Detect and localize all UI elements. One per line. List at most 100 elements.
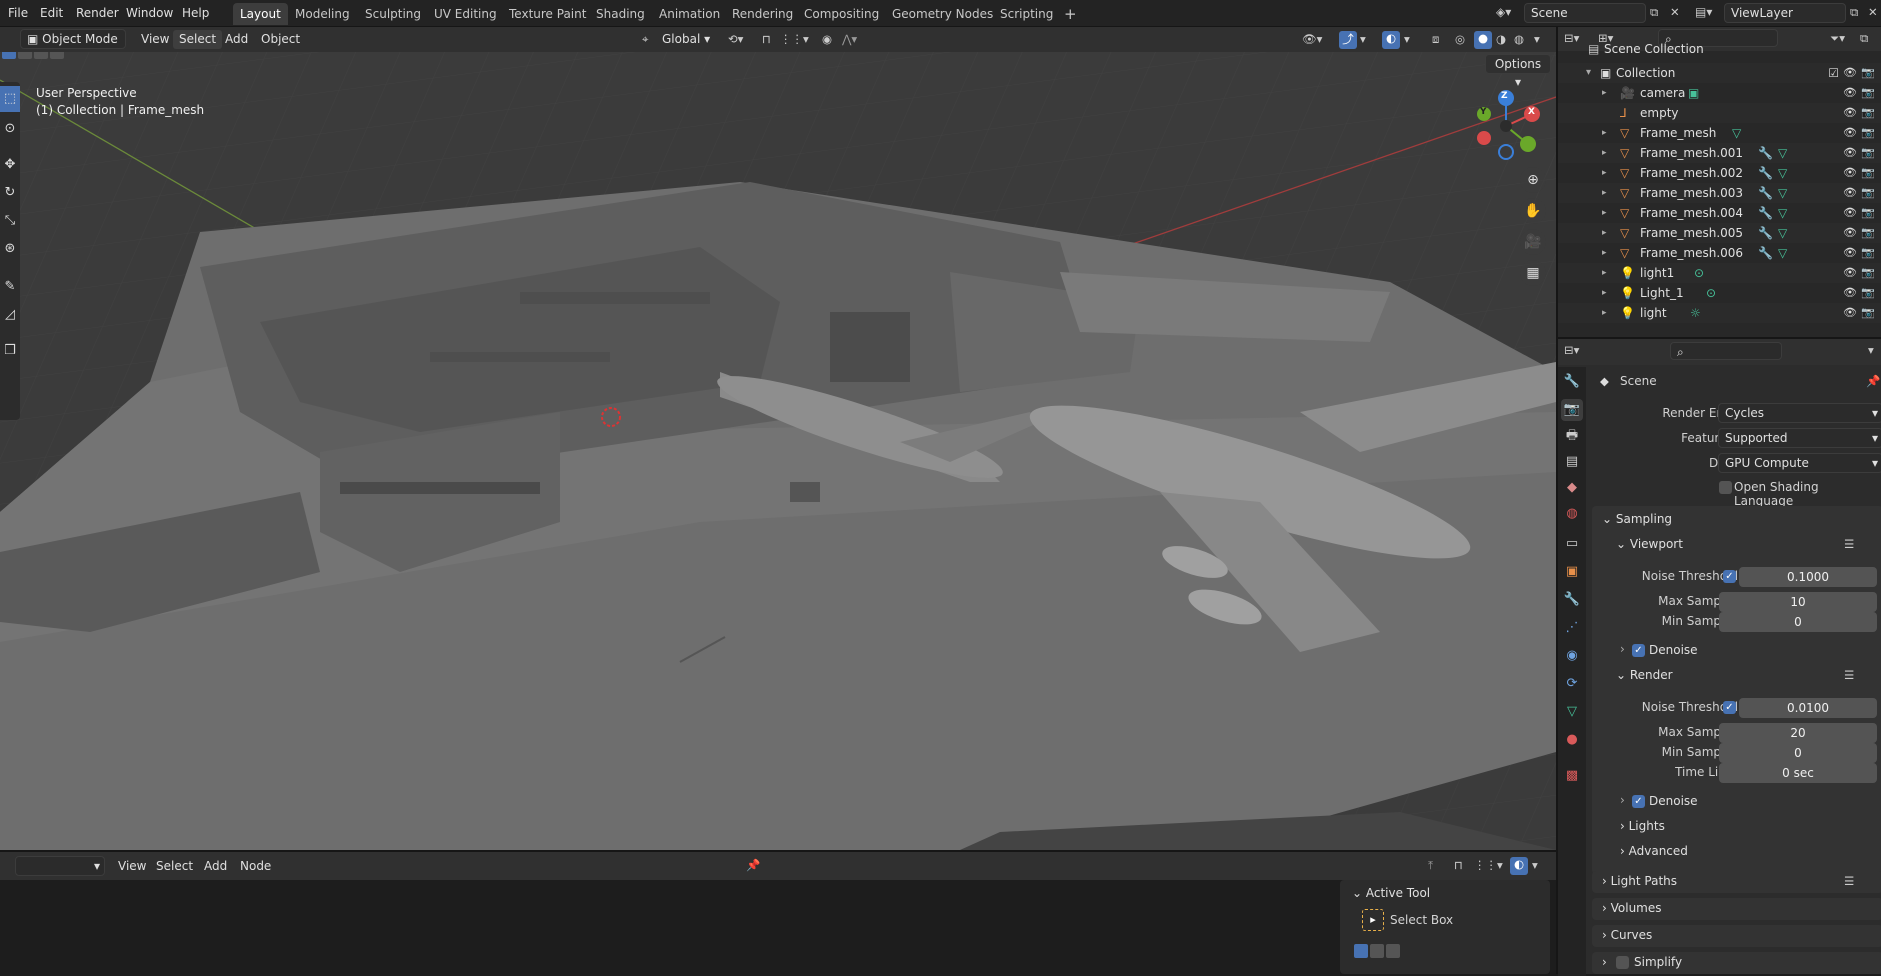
measure-tool-icon[interactable]: ◿ (0, 302, 20, 328)
scale-tool-icon[interactable]: ⤡ (0, 208, 20, 234)
options-dropdown[interactable]: Options ▾ (1485, 54, 1551, 89)
render-camera-icon[interactable]: 📷 (1861, 263, 1875, 283)
time-limit-field[interactable]: 0 sec (1719, 763, 1877, 783)
render-camera-icon[interactable]: 📷 (1861, 303, 1875, 323)
r-noise-threshold-checkbox[interactable]: ✓ (1723, 701, 1736, 714)
object-tab-icon[interactable]: ▣ (1561, 561, 1583, 583)
vp-denoise-checkbox[interactable]: ✓ (1632, 644, 1645, 657)
expand-icon[interactable]: ▸ (1602, 243, 1607, 263)
visibility-icon[interactable]: 👁▾ (1302, 32, 1322, 46)
expand-icon[interactable]: ▸ (1602, 303, 1607, 323)
solid-shading-icon[interactable]: ● (1474, 31, 1492, 49)
outliner-item-light1[interactable]: ▸ 💡 light1 ⊙ 👁 📷 (1558, 263, 1881, 283)
vp-denoise-expand-icon[interactable]: › (1620, 642, 1625, 656)
node-overlay-dropdown-icon[interactable]: ▾ (1532, 858, 1538, 872)
collection-tab-icon[interactable]: ▭ (1561, 533, 1583, 555)
pin-icon[interactable]: 📌 (1866, 374, 1880, 388)
expand-icon[interactable]: ▸ (1602, 223, 1607, 243)
vp-max-samples-field[interactable]: 10 (1719, 592, 1877, 612)
device-dropdown[interactable]: GPU Compute ▾ (1718, 453, 1881, 473)
node-editor-area[interactable] (0, 880, 1556, 974)
render-camera-icon[interactable]: 📷 (1861, 283, 1875, 303)
render-camera-icon[interactable]: 📷 (1861, 63, 1875, 83)
modifier-wrench-icon[interactable]: 🔧 (1758, 243, 1773, 263)
vp-noise-threshold-checkbox[interactable]: ✓ (1723, 570, 1736, 583)
light-data-icon[interactable]: ⊙ (1706, 283, 1716, 303)
eye-icon[interactable]: 👁 (1843, 63, 1857, 83)
texture-tab-icon[interactable]: ▩ (1561, 765, 1583, 787)
viewport-subpanel-header[interactable]: ⌄ Viewport (1616, 537, 1683, 551)
outliner-item-frame-mesh-002[interactable]: ▸ ▽ Frame_mesh.002 🔧 ▽ 👁 📷 (1558, 163, 1881, 183)
r-max-samples-field[interactable]: 20 (1719, 723, 1877, 743)
node-overlay-toggle-icon[interactable]: ◐ (1510, 857, 1528, 875)
mesh-data-icon[interactable]: ▽ (1778, 163, 1787, 183)
simplify-expand-icon[interactable]: › (1602, 955, 1607, 969)
shading-dropdown-icon[interactable]: ▾ (1534, 32, 1540, 46)
delete-view-layer-icon[interactable]: ✕ (1868, 5, 1878, 19)
gizmo-toggle-icon[interactable]: ⤴ (1339, 31, 1357, 49)
volumes-header[interactable]: › Volumes (1602, 901, 1662, 915)
mode-selector[interactable]: ▣ Object Mode ▾ (20, 29, 126, 64)
eye-icon[interactable]: 👁 (1843, 163, 1857, 183)
proportional-edit-icon[interactable]: ◉ (822, 32, 832, 46)
select-mode-invert-icon[interactable] (50, 52, 64, 59)
render-subpanel-header[interactable]: ⌄ Render (1616, 668, 1673, 682)
vp-min-samples-field[interactable]: 0 (1719, 612, 1877, 632)
snap-icon[interactable]: ⊓ (762, 32, 771, 46)
render-camera-icon[interactable]: 📷 (1861, 143, 1875, 163)
transform-orientation-dropdown[interactable]: Global ▾ (656, 30, 716, 49)
render-engine-dropdown[interactable]: Cycles ▾ (1718, 403, 1881, 423)
mesh-data-icon[interactable]: ▽ (1778, 143, 1787, 163)
light-paths-header[interactable]: › Light Paths (1602, 874, 1677, 888)
zoom-icon[interactable]: ⊕ (1520, 167, 1546, 193)
eye-icon[interactable]: 👁 (1843, 243, 1857, 263)
mesh-data-icon[interactable]: ▽ (1778, 223, 1787, 243)
select-box-extend-mode-icon[interactable] (1370, 944, 1384, 958)
rendered-shading-icon[interactable]: ◍ (1514, 32, 1524, 46)
sampling-header[interactable]: ⌄ Sampling (1602, 512, 1672, 526)
node-menu-node[interactable]: Node (234, 857, 277, 876)
node-snap-icon[interactable]: ⊓ (1454, 858, 1463, 872)
render-presets-list-icon[interactable]: ☰ (1844, 668, 1854, 682)
tab-compositing[interactable]: Compositing (797, 3, 886, 25)
cursor-tool-icon[interactable]: ⊙ (0, 116, 20, 142)
delete-scene-icon[interactable]: ✕ (1670, 5, 1680, 19)
outliner-item-frame-mesh-006[interactable]: ▸ ▽ Frame_mesh.006 🔧 ▽ 👁 📷 (1558, 243, 1881, 263)
eye-icon[interactable]: 👁 (1843, 83, 1857, 103)
tab-sculpting[interactable]: Sculpting (358, 3, 428, 25)
wireframe-shading-icon[interactable]: ◎ (1455, 32, 1465, 46)
scene-selector-icon[interactable]: ◈▾ (1496, 5, 1511, 19)
node-menu-select[interactable]: Select (150, 857, 199, 876)
outliner-item-light[interactable]: ▸ 💡 light ☼ 👁 📷 (1558, 303, 1881, 323)
select-mode-new-icon[interactable] (2, 52, 16, 59)
collection-checkbox-icon[interactable]: ☑ (1828, 63, 1839, 83)
tab-shading[interactable]: Shading (589, 3, 652, 25)
modifier-wrench-icon[interactable]: 🔧 (1758, 223, 1773, 243)
expand-icon[interactable]: ▸ (1602, 183, 1607, 203)
render-camera-icon[interactable]: 📷 (1861, 83, 1875, 103)
render-tab-icon[interactable]: 📷 (1561, 399, 1583, 421)
presets-list-icon[interactable]: ☰ (1844, 537, 1854, 551)
view-layer-tab-icon[interactable]: ▤ (1561, 451, 1583, 473)
tab-geometry-nodes[interactable]: Geometry Nodes (885, 3, 1000, 25)
transform-tool-icon[interactable]: ⊛ (0, 236, 20, 262)
select-box-new-mode-icon[interactable] (1354, 944, 1368, 958)
outliner-item-light-1[interactable]: ▸ 💡 Light_1 ⊙ 👁 📷 (1558, 283, 1881, 303)
curves-header[interactable]: › Curves (1602, 928, 1652, 942)
feature-set-dropdown[interactable]: Supported ▾ (1718, 428, 1881, 448)
properties-editor-type-icon[interactable]: ⊟▾ (1564, 343, 1579, 357)
select-mode-extend-icon[interactable] (18, 52, 32, 59)
expand-icon[interactable]: ▸ (1602, 163, 1607, 183)
new-view-layer-icon[interactable]: ⧉ (1850, 5, 1858, 20)
menu-add[interactable]: Add (219, 30, 254, 49)
menu-help[interactable]: Help (180, 4, 211, 23)
rotate-tool-icon[interactable]: ↻ (0, 180, 20, 206)
modifier-wrench-icon[interactable]: 🔧 (1758, 163, 1773, 183)
select-box-tool-icon[interactable]: ⬚ (0, 86, 20, 112)
data-tab-icon[interactable]: ▽ (1561, 701, 1583, 723)
menu-edit[interactable]: Edit (38, 4, 65, 23)
expand-icon[interactable]: ▸ (1602, 263, 1607, 283)
modifiers-tab-icon[interactable]: 🔧 (1561, 589, 1583, 611)
eye-icon[interactable]: 👁 (1843, 223, 1857, 243)
eye-icon[interactable]: 👁 (1843, 303, 1857, 323)
